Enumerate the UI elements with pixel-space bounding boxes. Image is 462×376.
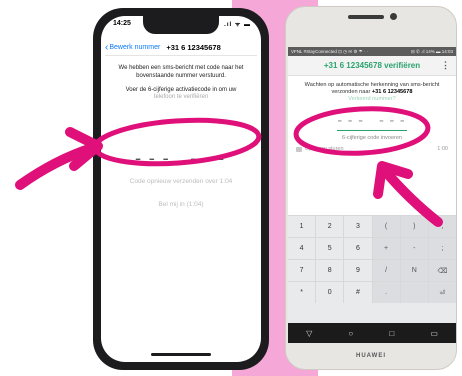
key[interactable]: 0 xyxy=(316,282,345,303)
stage: 14:25 .ıl ᯤ ▬ ‹ Bewerk nummer +31 6 1234… xyxy=(0,0,462,376)
numeric-keyboard: 1 2 3 ( ) , 4 5 6 + - ; 7 8 9 / N ⌫ * 0 … xyxy=(288,215,456,323)
enter-key[interactable]: ⏎ xyxy=(428,282,456,303)
key[interactable]: 8 xyxy=(316,260,345,281)
iphone-device: 14:25 .ıl ᯤ ▬ ‹ Bewerk nummer +31 6 1234… xyxy=(93,8,269,370)
keyboard-row: 7 8 9 / N ⌫ xyxy=(288,259,456,281)
status-left: VFNL #StayConnected ⊡ ◷ ✉ ⚙ ☂ · · xyxy=(291,48,369,54)
iphone-screen: 14:25 .ıl ᯤ ▬ ‹ Bewerk nummer +31 6 1234… xyxy=(101,16,261,362)
key[interactable]: 5 xyxy=(316,238,345,259)
wrong-number-link[interactable]: Verkeerd nummer? xyxy=(294,96,450,103)
call-me-link[interactable]: Bel mij in (1:04) xyxy=(101,201,261,208)
key[interactable]: * xyxy=(288,282,317,303)
code-hint: 6-cijferige code invoeren xyxy=(342,135,402,141)
android-status-bar: VFNL #StayConnected ⊡ ◷ ✉ ⚙ ☂ · · ⊟ ✆ .ı… xyxy=(288,47,456,56)
back-icon[interactable]: ▽ xyxy=(306,329,312,338)
android-title-bar: +31 6 12345678 verifiëren ⋮ xyxy=(288,56,456,76)
android-device: VFNL #StayConnected ⊡ ◷ ✉ ⚙ ☂ · · ⊟ ✆ .ı… xyxy=(285,6,457,370)
key[interactable]: N xyxy=(400,260,429,281)
key[interactable]: # xyxy=(344,282,373,303)
key[interactable]: 3 xyxy=(344,216,373,237)
keyboard-row: 4 5 6 + - ; xyxy=(288,237,456,259)
key[interactable]: 1 xyxy=(288,216,317,237)
resend-timer: 1:00 xyxy=(437,146,448,152)
iphone-notch xyxy=(143,16,219,34)
phone-number: +31 6 12345678 xyxy=(371,89,413,95)
status-time: 14:25 xyxy=(113,20,131,27)
message-icon xyxy=(296,146,302,152)
back-button[interactable]: ‹ Bewerk nummer xyxy=(105,41,161,53)
enter-code-text-faded: telefoon te verifiëren xyxy=(153,94,209,100)
status-right: ⊟ ✆ .ıl 14% ▬ 14:03 xyxy=(410,48,453,54)
key[interactable]: 6 xyxy=(344,238,373,259)
nav-title: +31 6 12345678 xyxy=(166,43,221,52)
page-title: +31 6 12345678 verifiëren xyxy=(323,61,421,70)
key[interactable]: - xyxy=(400,238,429,259)
backspace-key[interactable]: ⌫ xyxy=(428,260,456,281)
code-input[interactable]: --- --- xyxy=(288,113,456,129)
ios-message: We hebben een sms-bericht met code naar … xyxy=(107,64,255,107)
resend-label: Opnieuw sturen xyxy=(305,146,344,152)
brand-logo: HUAWEI xyxy=(356,353,386,359)
message-sent-text: We hebben een sms-bericht met code naar … xyxy=(118,65,244,79)
status-icons: .ıl ᯤ ▬ xyxy=(224,22,251,28)
key[interactable]: / xyxy=(372,260,401,281)
space-key[interactable] xyxy=(400,282,429,303)
key[interactable]: + xyxy=(372,238,401,259)
key[interactable]: 7 xyxy=(288,260,317,281)
keyboard-hide-icon[interactable]: ▭ xyxy=(430,329,438,338)
android-nav-bar: ▽ ○ □ ▭ xyxy=(288,323,456,343)
key[interactable]: 4 xyxy=(288,238,317,259)
key[interactable]: ( xyxy=(372,216,401,237)
key[interactable]: 2 xyxy=(316,216,345,237)
keyboard-row: 1 2 3 ( ) , xyxy=(288,215,456,237)
chevron-left-icon: ‹ xyxy=(105,41,109,53)
android-screen: VFNL #StayConnected ⊡ ◷ ✉ ⚙ ☂ · · ⊟ ✆ .ı… xyxy=(288,47,456,343)
overflow-menu-icon[interactable]: ⋮ xyxy=(441,61,450,70)
key[interactable]: , xyxy=(428,216,456,237)
back-label: Bewerk nummer xyxy=(109,44,161,51)
home-indicator xyxy=(151,353,211,356)
key[interactable]: ) xyxy=(400,216,429,237)
resend-row[interactable]: Opnieuw sturen 1:00 xyxy=(288,146,456,152)
keyboard-row: * 0 # . ⏎ xyxy=(288,281,456,303)
resend-code-link[interactable]: Code opnieuw verzenden over 1:04 xyxy=(101,178,261,185)
camera-icon xyxy=(390,13,397,20)
recent-apps-icon[interactable]: □ xyxy=(389,329,394,338)
speaker-grille xyxy=(348,15,384,19)
home-icon[interactable]: ○ xyxy=(348,329,353,338)
key[interactable]: ; xyxy=(428,238,456,259)
key[interactable]: 9 xyxy=(344,260,373,281)
code-underline xyxy=(337,130,407,131)
code-input[interactable]: --- --- xyxy=(101,148,261,169)
key[interactable]: . xyxy=(372,282,401,303)
arrow-left-icon xyxy=(15,127,103,190)
ios-nav-bar: ‹ Bewerk nummer +31 6 12345678 xyxy=(105,40,257,56)
android-message: Wachten op automatische herkenning van s… xyxy=(288,76,456,103)
